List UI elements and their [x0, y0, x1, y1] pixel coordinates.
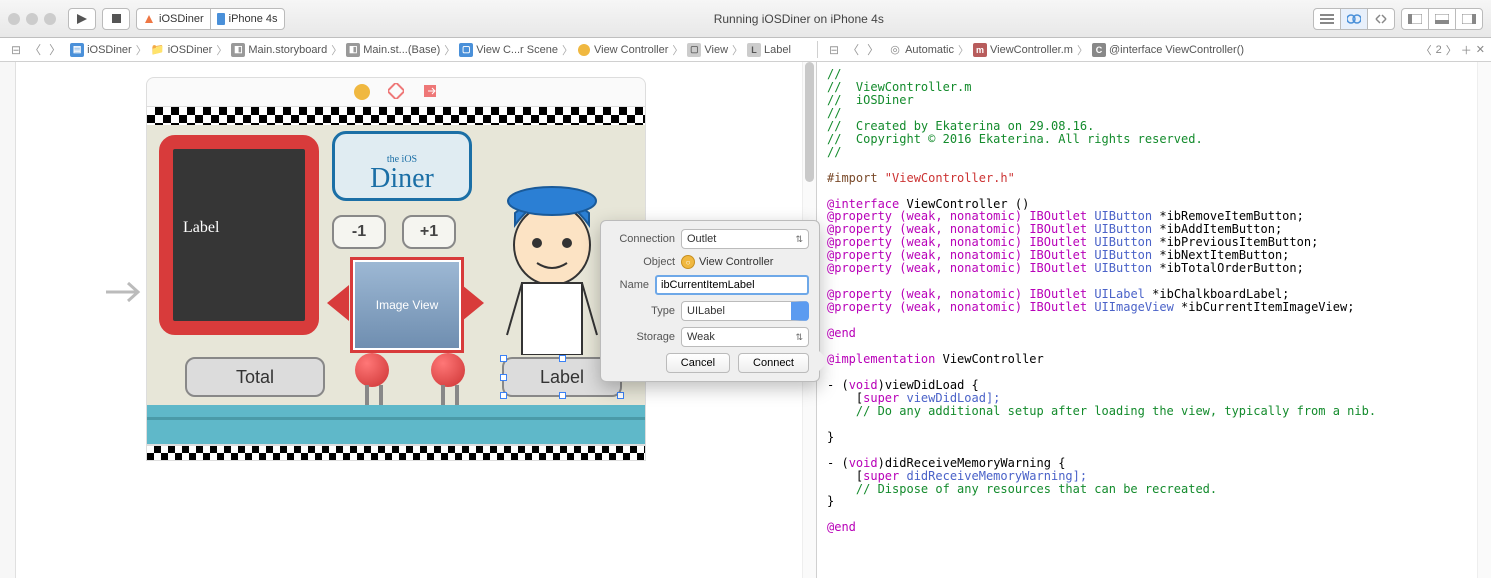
device-label: iPhone 4s [229, 13, 278, 25]
jb-folder[interactable]: 📁iOSDiner [149, 43, 215, 57]
counterpart-next-icon[interactable]: 〉 [1446, 42, 1457, 58]
left-panel-icon[interactable] [1401, 8, 1429, 30]
close-assistant-icon[interactable]: ✕ [1476, 43, 1485, 56]
jb-storyboard[interactable]: ◧Main.storyboard [229, 43, 329, 57]
interface-builder-canvas[interactable]: Label the iOSDiner -1 +1 Image View Tota… [0, 62, 817, 578]
back-icon-r[interactable]: 〈 [844, 41, 862, 58]
jb-scope[interactable]: C@interface ViewController() [1090, 43, 1246, 57]
storage-label: Storage [611, 331, 675, 343]
standard-editor-icon[interactable] [1313, 8, 1341, 30]
jb-file[interactable]: mViewController.m [971, 43, 1075, 57]
storage-select[interactable]: Weak⇅ [681, 327, 809, 347]
checker-top [146, 107, 646, 125]
version-editor-icon[interactable] [1367, 8, 1395, 30]
connection-select[interactable]: Outlet⇅ [681, 229, 809, 249]
label-text: Label [540, 367, 584, 388]
zoom-dot[interactable] [44, 13, 56, 25]
object-value: ○View Controller [681, 255, 809, 269]
related-items-icon[interactable]: ⊟ [8, 43, 24, 57]
back-icon[interactable]: 〈 [26, 41, 44, 58]
jump-bar: ⊟ 〈 〉 ▤iOSDiner 〉 📁iOSDiner 〉 ◧Main.storyb… [0, 38, 1491, 62]
type-label: Type [611, 305, 675, 317]
window-controls [8, 13, 56, 25]
prev-arrow-icon[interactable] [327, 285, 349, 321]
jb-automatic[interactable]: ◎Automatic [886, 43, 956, 57]
counterpart-count: 2 [1436, 44, 1442, 56]
run-button[interactable] [68, 8, 96, 30]
connect-button[interactable]: Connect [738, 353, 809, 373]
chalkboard-label: Label [173, 149, 305, 237]
related-items-icon-r[interactable]: ⊟ [826, 43, 842, 57]
stop-button[interactable] [102, 8, 130, 30]
jb-view[interactable]: ▢View [685, 43, 730, 57]
scene-dock[interactable] [146, 77, 646, 107]
chef-illustration [487, 165, 617, 355]
name-label: Name [611, 279, 649, 291]
entry-point-arrow [106, 277, 146, 307]
chevron-updown-icon: ⇅ [795, 332, 803, 343]
add-assistant-icon[interactable]: ＋ [1461, 42, 1472, 58]
editor-scrollbar[interactable] [1477, 62, 1491, 578]
total-button[interactable]: Total [185, 357, 325, 397]
activity-title: Running iOSDiner on iPhone 4s [291, 12, 1307, 26]
destination-selector[interactable]: iPhone 4s [210, 8, 285, 30]
jump-bar-right: ⊟ 〈 〉 ◎Automatic〉 mViewController.m〉 C@i… [817, 41, 1491, 58]
jb-label[interactable]: LLabel [745, 43, 793, 57]
outlet-connection-popover: Connection Outlet⇅ Object ○View Controll… [600, 220, 820, 382]
diner-sign: the iOSDiner [332, 131, 472, 201]
jump-bar-left: ⊟ 〈 〉 ▤iOSDiner〉 📁iOSDiner〉 ◧Main.storyb… [0, 41, 817, 58]
cancel-button[interactable]: Cancel [666, 353, 730, 373]
chalkboard[interactable]: Label [159, 135, 319, 335]
first-responder-icon[interactable] [388, 83, 404, 102]
counterpart-prev-icon[interactable]: 〈 [1421, 42, 1432, 58]
minus-button[interactable]: -1 [332, 215, 386, 249]
assistant-editor-icon[interactable] [1340, 8, 1368, 30]
close-dot[interactable] [8, 13, 20, 25]
jb-base[interactable]: ◧Main.st...(Base) [344, 43, 442, 57]
stool-2 [431, 353, 465, 387]
right-panel-icon[interactable] [1455, 8, 1483, 30]
editor-mode-segmented [1313, 8, 1395, 30]
bottom-panel-icon[interactable] [1428, 8, 1456, 30]
xcode-toolbar: iOSDiner iPhone 4s Running iOSDiner on i… [0, 0, 1491, 38]
connection-label: Connection [611, 233, 675, 245]
stool-1 [355, 353, 389, 387]
jb-project[interactable]: ▤iOSDiner [68, 43, 134, 57]
jb-scene[interactable]: ▢View C...r Scene [457, 43, 560, 57]
outline-ruler [0, 62, 16, 578]
exit-icon[interactable] [422, 83, 438, 102]
storyboard-scene[interactable]: Label the iOSDiner -1 +1 Image View Tota… [146, 77, 646, 461]
scheme-label: iOSDiner [159, 13, 204, 25]
chevron-updown-icon: ⇅ [795, 234, 803, 245]
source-editor[interactable]: // // ViewController.m // iOSDiner // //… [817, 62, 1491, 578]
scheme-selector[interactable]: iOSDiner [136, 8, 211, 30]
forward-icon-r[interactable]: 〉 [864, 41, 882, 58]
app-icon [143, 13, 155, 25]
plus-button[interactable]: +1 [402, 215, 456, 249]
image-view-placeholder[interactable]: Image View [353, 260, 461, 350]
type-select[interactable]: UILabel [681, 301, 809, 321]
panel-toggle-segmented [1401, 8, 1483, 30]
minimize-dot[interactable] [26, 13, 38, 25]
device-icon [217, 13, 225, 25]
name-input[interactable] [655, 275, 809, 295]
checker-bottom [146, 445, 646, 461]
object-label: Object [611, 256, 675, 268]
jb-vc[interactable]: View Controller [575, 43, 670, 57]
next-arrow-icon[interactable] [462, 285, 484, 321]
vc-dock-icon[interactable] [354, 84, 370, 100]
forward-icon[interactable]: 〉 [46, 41, 64, 58]
